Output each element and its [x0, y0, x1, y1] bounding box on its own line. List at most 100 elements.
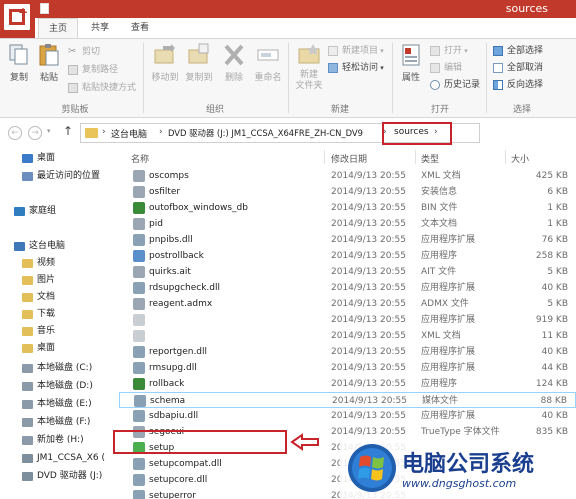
new-item-button[interactable]: 新建项目 ▾: [328, 44, 384, 58]
copy-to-button[interactable]: 复制到: [183, 43, 215, 87]
file-size: 6 KB: [547, 187, 568, 197]
file-row[interactable]: rmsupg.dll 2014/9/13 20:55 应用程序扩展 44 KB: [119, 360, 576, 376]
file-row[interactable]: reagent.admx 2014/9/13 20:55 ADMX 文件 5 KB: [119, 296, 576, 312]
file-row[interactable]: rdsupgcheck.dll 2014/9/13 20:55 应用程序扩展 40 K…: [119, 280, 576, 296]
nav-item-recent[interactable]: 最近访问的位置: [0, 168, 118, 185]
nav-item-music[interactable]: 音乐: [0, 323, 118, 340]
column-header-name[interactable]: 名称: [131, 152, 149, 165]
forward-button[interactable]: →: [28, 126, 42, 140]
file-row[interactable]: 2014/9/13 20:55 XML 文档 11 KB: [119, 328, 576, 344]
copy-button[interactable]: 复制: [4, 43, 34, 87]
nav-item-pictures[interactable]: 图片: [0, 272, 118, 289]
paste-icon: [39, 44, 59, 66]
dll-file-icon: [133, 346, 145, 358]
file-date: 2014/9/13 20:55: [331, 331, 406, 341]
file-row[interactable]: quirks.ait 2014/9/13 20:55 AIT 文件 5 KB: [119, 264, 576, 280]
cut-button[interactable]: ✂ 剪切: [68, 45, 100, 59]
rename-button[interactable]: 重命名: [251, 43, 285, 87]
file-row[interactable]: osfilter 2014/9/13 20:55 安装信息 6 KB: [119, 184, 576, 200]
file-type: 应用程序扩展: [421, 315, 476, 325]
nav-item-desktop[interactable]: 桌面: [0, 150, 118, 167]
app-icon: [133, 250, 145, 262]
invert-selection-button[interactable]: 反向选择: [493, 78, 543, 92]
properties-button[interactable]: 属性: [396, 43, 426, 87]
new-folder-button[interactable]: 新建 文件夹: [292, 43, 326, 91]
edit-button[interactable]: 编辑: [430, 61, 462, 75]
nav-item-homegroup[interactable]: 家庭组: [0, 203, 118, 220]
move-to-button[interactable]: 移动到: [149, 43, 181, 87]
file-row[interactable]: outofbox_windows_db 2014/9/13 20:55 BIN 文件…: [119, 200, 576, 216]
file-type: ADMX 文件: [421, 299, 469, 309]
breadcrumb-this-pc[interactable]: 这台电脑: [111, 127, 147, 140]
tab-view[interactable]: 查看: [124, 18, 156, 38]
file-size: 258 KB: [535, 251, 568, 261]
back-button[interactable]: ←: [8, 126, 22, 140]
file-date: 2014/9/13 20:55: [331, 315, 406, 325]
tab-home[interactable]: 主页: [38, 18, 78, 38]
file-row[interactable]: pnpibs.dll 2014/9/13 20:55 应用程序扩展 76 KB: [119, 232, 576, 248]
file-icon: [133, 298, 145, 310]
file-row[interactable]: reportgen.dll 2014/9/13 20:55 应用程序扩展 40 KB: [119, 344, 576, 360]
file-row[interactable]: schema 2014/9/13 20:55 媒体文件 88 KB: [119, 392, 576, 408]
nav-item-jm1-dvd[interactable]: JM1_CCSA_X6 (: [0, 450, 118, 467]
nav-item-drive-d[interactable]: 本地磁盘 (D:): [0, 378, 118, 395]
file-date: 2014/9/13 20:55: [331, 235, 406, 245]
desktop-folder-icon: [22, 344, 33, 353]
file-size: 76 KB: [541, 235, 568, 245]
breadcrumb-dvd-drive[interactable]: DVD 驱动器 (J:) JM1_CCSA_X64FRE_ZH-CN_DV9: [168, 127, 363, 139]
file-type: XML 文档: [421, 331, 461, 341]
easy-access-button[interactable]: 轻松访问 ▾: [328, 61, 384, 75]
column-divider[interactable]: [505, 150, 506, 164]
nav-item-documents[interactable]: 文档: [0, 289, 118, 306]
file-date: 2014/9/13 20:55: [331, 219, 406, 229]
file-row[interactable]: rollback 2014/9/13 20:55 应用程序 124 KB: [119, 376, 576, 392]
file-name: setupcompat.dll: [149, 459, 222, 469]
clipboard-group-label: 剪贴板: [61, 105, 89, 115]
file-size: 40 KB: [541, 411, 568, 421]
column-header-date[interactable]: 修改日期: [331, 152, 367, 165]
file-row[interactable]: pid 2014/9/13 20:55 文本文档 1 KB: [119, 216, 576, 232]
video-folder-icon: [22, 259, 33, 268]
recent-locations-icon[interactable]: ▾: [47, 127, 51, 135]
file-row[interactable]: 2014/9/13 20:55 应用程序扩展 919 KB: [119, 312, 576, 328]
file-name: pid: [149, 219, 163, 229]
file-size: 1 KB: [547, 219, 568, 229]
downloads-folder-icon: [22, 310, 33, 319]
column-divider[interactable]: [324, 150, 325, 164]
file-size: 40 KB: [541, 283, 568, 293]
paste-button[interactable]: 粘贴: [34, 43, 64, 87]
nav-item-this-pc[interactable]: 这台电脑: [0, 238, 118, 255]
group-divider: [392, 43, 393, 113]
file-row[interactable]: postrollback 2014/9/13 20:55 应用程序 258 KB: [119, 248, 576, 264]
file-row[interactable]: sdbapiu.dll 2014/9/13 20:55 应用程序扩展 40 KB: [119, 408, 576, 424]
up-arrow-icon[interactable]: ↑: [63, 124, 73, 138]
delete-button[interactable]: 删除: [219, 43, 249, 87]
history-button[interactable]: 历史记录: [430, 78, 480, 92]
nav-item-drive-h[interactable]: 新加卷 (H:): [0, 432, 118, 449]
tab-share[interactable]: 共享: [84, 18, 116, 38]
select-all-button[interactable]: 全部选择: [493, 44, 543, 58]
nav-item-downloads[interactable]: 下载: [0, 306, 118, 323]
nav-item-drive-e[interactable]: 本地磁盘 (E:): [0, 396, 118, 413]
group-divider: [143, 43, 144, 113]
dll-file-icon: [133, 410, 145, 422]
delete-icon: [224, 44, 244, 66]
watermark-title: 电脑公司系统: [402, 452, 535, 477]
nav-item-dvd-drive-j[interactable]: DVD 驱动器 (J:): [0, 468, 118, 485]
nav-item-videos[interactable]: 视频: [0, 255, 118, 272]
file-type: 应用程序: [421, 251, 458, 261]
select-none-button[interactable]: 全部取消: [493, 61, 543, 75]
file-size: 44 KB: [541, 363, 568, 373]
nav-item-drive-f[interactable]: 本地磁盘 (F:): [0, 414, 118, 431]
open-button[interactable]: 打开 ▾: [430, 44, 468, 58]
nav-item-drive-c[interactable]: 本地磁盘 (C:): [0, 360, 118, 377]
quick-access-icon[interactable]: [40, 3, 49, 14]
copy-path-button[interactable]: 复制路径: [68, 63, 118, 77]
column-divider[interactable]: [415, 150, 416, 164]
column-header-type[interactable]: 类型: [421, 152, 439, 165]
nav-item-desktop-folder[interactable]: 桌面: [0, 340, 118, 357]
column-header-size[interactable]: 大小: [511, 152, 529, 165]
paste-shortcut-button[interactable]: 粘贴快捷方式: [68, 81, 136, 95]
new-item-icon: [328, 46, 338, 56]
file-row[interactable]: oscomps 2014/9/13 20:55 XML 文档 425 KB: [119, 168, 576, 184]
